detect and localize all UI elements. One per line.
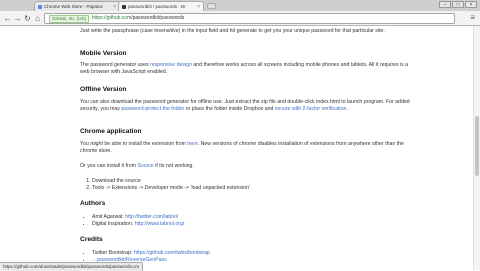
new-tab-button[interactable] bbox=[207, 3, 216, 9]
tab-title: Chrome Web Store - Papalux bbox=[44, 4, 103, 9]
close-window-button[interactable]: × bbox=[465, 1, 477, 8]
back-arrow-icon[interactable]: ← bbox=[3, 14, 12, 23]
minimize-button[interactable]: – bbox=[439, 1, 451, 8]
source-paragraph: Or you can install it from Source if its… bbox=[80, 163, 194, 169]
reload-icon[interactable]: ↻ bbox=[23, 14, 32, 23]
chrome-paragraph: You might be able to install the extensi… bbox=[80, 141, 404, 155]
extension-here-link[interactable]: here bbox=[187, 141, 197, 147]
url-path: /passwordkit/passwords bbox=[131, 15, 185, 21]
source-link[interactable]: Source bbox=[137, 163, 153, 169]
offline-heading: Offline Version bbox=[80, 86, 127, 93]
toolbar: ← → ↻ ⌂ GitHub, Inc. [US] https://github… bbox=[0, 11, 480, 26]
author-website-link[interactable]: http://www.labnol.org/ bbox=[135, 221, 185, 227]
credits-heading: Credits bbox=[80, 236, 103, 243]
list-item: Digital Inspiration: http://www.labnol.o… bbox=[92, 221, 422, 228]
scrollbar-thumb[interactable] bbox=[475, 116, 479, 176]
list-item: Download the source bbox=[92, 178, 422, 185]
maximize-button[interactable]: □ bbox=[452, 1, 464, 8]
chrome-heading: Chrome application bbox=[80, 128, 142, 135]
ev-certificate-badge[interactable]: GitHub, Inc. [US] bbox=[49, 14, 89, 23]
tab-close-icon[interactable]: × bbox=[195, 4, 200, 10]
offline-paragraph: You can also download the password gener… bbox=[80, 99, 410, 113]
list-item: Amit Agarwal: http://twitter.com/labnol bbox=[92, 214, 422, 221]
window-controls: – □ × bbox=[439, 1, 477, 8]
page-viewport: Just write the passphrase (case insensit… bbox=[0, 26, 480, 270]
install-steps-list: Download the source Tools -> Extensions … bbox=[80, 178, 422, 193]
mobile-paragraph: The password generator uses responsive d… bbox=[80, 62, 409, 76]
url-host: https://github.com bbox=[91, 15, 132, 21]
vertical-scrollbar[interactable] bbox=[473, 26, 480, 270]
tab-close-icon[interactable]: × bbox=[111, 4, 116, 10]
github-favicon-icon bbox=[122, 4, 126, 9]
mobile-heading: Mobile Version bbox=[80, 50, 127, 57]
two-factor-link[interactable]: secure with 2-factor verification bbox=[275, 106, 347, 112]
bootstrap-link[interactable]: https://github.com/twbs/bootstrap bbox=[134, 250, 210, 256]
wrench-menu-icon[interactable]: ≡ bbox=[470, 13, 475, 22]
tab-chrome-web-store[interactable]: Chrome Web Store - Papalux × bbox=[34, 1, 120, 11]
tab-passwordkit[interactable]: passwordkit / passwords - Dr × bbox=[118, 1, 204, 11]
chrome-store-favicon-icon bbox=[38, 4, 42, 9]
forward-arrow-icon[interactable]: → bbox=[13, 14, 22, 23]
tab-title: passwordkit / passwords - Dr bbox=[128, 4, 186, 9]
password-protect-link[interactable]: password-protect the folder bbox=[121, 106, 184, 112]
author-twitter-link[interactable]: http://twitter.com/labnol bbox=[125, 214, 178, 220]
responsive-design-link[interactable]: responsive design bbox=[150, 62, 192, 68]
tab-strip: Chrome Web Store - Papalux × passwordkit… bbox=[0, 0, 480, 11]
browser-chrome: Chrome Web Store - Papalux × passwordkit… bbox=[0, 0, 480, 26]
address-bar[interactable]: GitHub, Inc. [US] https://github.com/pas… bbox=[44, 13, 455, 24]
home-icon[interactable]: ⌂ bbox=[33, 14, 42, 23]
intro-paragraph: Just write the passphrase (case insensit… bbox=[80, 28, 385, 34]
list-item: Twitter Bootstrap: https://github.com/tw… bbox=[92, 250, 422, 257]
authors-list: Amit Agarwal: http://twitter.com/labnol … bbox=[80, 214, 422, 229]
authors-heading: Authors bbox=[80, 200, 106, 207]
list-item: Tools -> Extensions -> Developer mode ->… bbox=[92, 185, 422, 192]
